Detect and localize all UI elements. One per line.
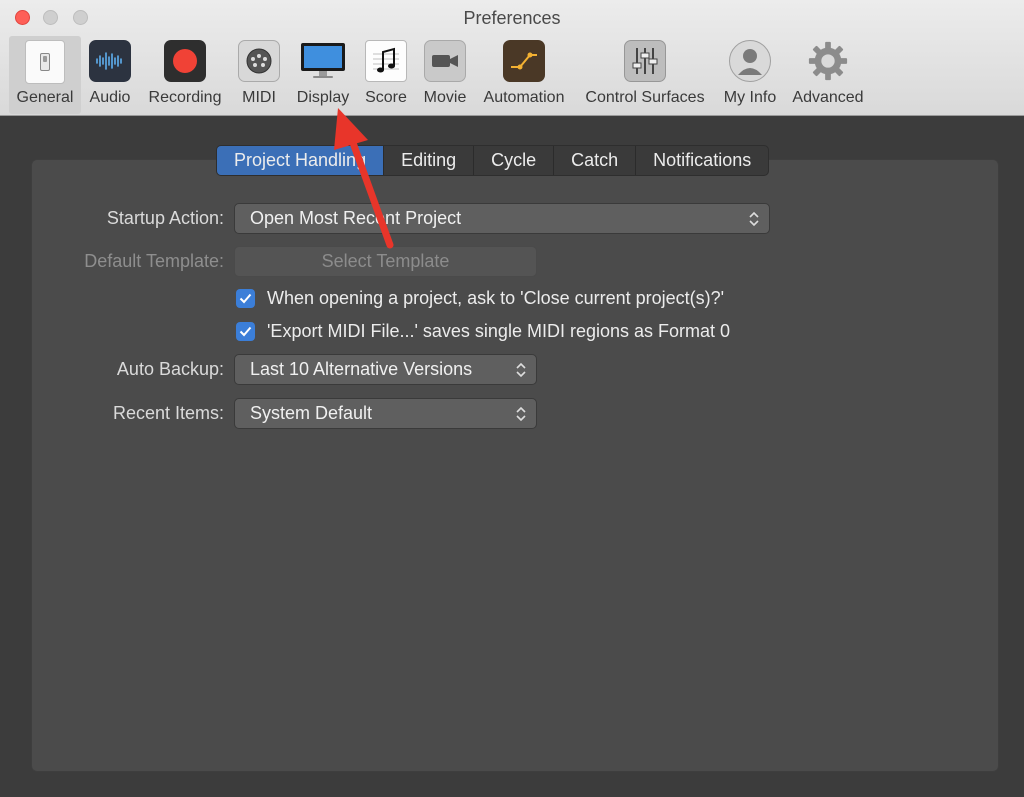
faders-icon <box>624 40 666 82</box>
toolbar-item-recording[interactable]: Recording <box>143 36 227 114</box>
export-midi-format0-option[interactable]: 'Export MIDI File...' saves single MIDI … <box>236 321 730 342</box>
toolbar-label-midi: MIDI <box>242 89 276 106</box>
recent-items-label: Recent Items: <box>112 403 224 423</box>
toolbar-label-automation: Automation <box>483 89 565 106</box>
checkmark-icon <box>239 293 252 304</box>
user-icon <box>729 40 771 82</box>
recent-items-value: System Default <box>250 403 373 423</box>
toolbar-item-my-info[interactable]: My Info <box>718 36 782 114</box>
chevron-up-down-icon <box>516 362 526 378</box>
chevron-up-down-icon <box>749 211 759 227</box>
settings-tab-bar: Project Handling Editing Cycle Catch Not… <box>216 145 770 176</box>
startup-action-label: Startup Action: <box>106 208 224 228</box>
startup-action-value: Open Most Recent Project <box>250 208 462 228</box>
window-title: Preferences <box>463 8 561 28</box>
automation-icon <box>503 40 545 82</box>
auto-backup-label: Auto Backup: <box>116 359 224 379</box>
export-midi-format0-label: 'Export MIDI File...' saves single MIDI … <box>267 321 731 341</box>
export-midi-format0-checkbox[interactable] <box>236 322 255 341</box>
toolbar-label-display: Display <box>296 89 350 106</box>
record-icon <box>164 40 206 82</box>
music-note-icon <box>365 40 407 82</box>
toolbar-item-midi[interactable]: MIDI <box>234 36 284 114</box>
tab-cycle[interactable]: Cycle <box>474 146 555 175</box>
toolbar-item-general[interactable]: General <box>9 36 81 114</box>
default-template-label: Default Template: <box>84 251 224 271</box>
tab-project-handling[interactable]: Project Handling <box>217 146 385 175</box>
toolbar-item-advanced[interactable]: Advanced <box>788 36 868 114</box>
tab-notifications[interactable]: Notifications <box>636 146 768 175</box>
chevron-up-down-icon <box>516 406 526 422</box>
midi-plug-icon <box>238 40 280 82</box>
general-switch-icon <box>25 40 65 84</box>
toolbar-label-recording: Recording <box>148 89 222 106</box>
toolbar-label-control-surfaces: Control Surfaces <box>585 89 705 106</box>
ask-close-project-option[interactable]: When opening a project, ask to 'Close cu… <box>236 288 724 309</box>
toolbar-item-score[interactable]: Score <box>362 36 410 114</box>
auto-backup-value: Last 10 Alternative Versions <box>250 359 473 379</box>
toolbar-label-movie: Movie <box>423 89 467 106</box>
toolbar-label-advanced: Advanced <box>792 89 864 106</box>
toolbar-label-my-info: My Info <box>723 89 777 106</box>
tab-editing[interactable]: Editing <box>384 146 475 175</box>
toolbar-label-general: General <box>16 89 74 106</box>
toolbar-item-audio[interactable]: Audio <box>85 36 135 114</box>
checkmark-icon <box>239 326 252 337</box>
title-bar: Preferences General Audio Recording MIDI… <box>0 0 1024 116</box>
auto-backup-popup[interactable]: Last 10 Alternative Versions <box>234 354 537 385</box>
toolbar-label-audio: Audio <box>89 89 131 106</box>
recent-items-popup[interactable]: System Default <box>234 398 537 429</box>
toolbar-label-score: Score <box>365 89 407 106</box>
tab-catch[interactable]: Catch <box>554 146 637 175</box>
toolbar-item-automation[interactable]: Automation <box>479 36 569 114</box>
gear-icon <box>807 40 849 82</box>
ask-close-project-checkbox[interactable] <box>236 289 255 308</box>
monitor-icon <box>299 40 347 82</box>
startup-action-popup[interactable]: Open Most Recent Project <box>234 203 770 234</box>
video-camera-icon <box>424 40 466 82</box>
audio-waveform-icon <box>89 40 131 82</box>
ask-close-project-label: When opening a project, ask to 'Close cu… <box>267 288 725 308</box>
toolbar-item-movie[interactable]: Movie <box>419 36 471 114</box>
toolbar-item-display[interactable]: Display <box>292 36 354 114</box>
toolbar-item-control-surfaces[interactable]: Control Surfaces <box>578 36 712 114</box>
select-template-button[interactable]: Select Template <box>234 246 537 277</box>
